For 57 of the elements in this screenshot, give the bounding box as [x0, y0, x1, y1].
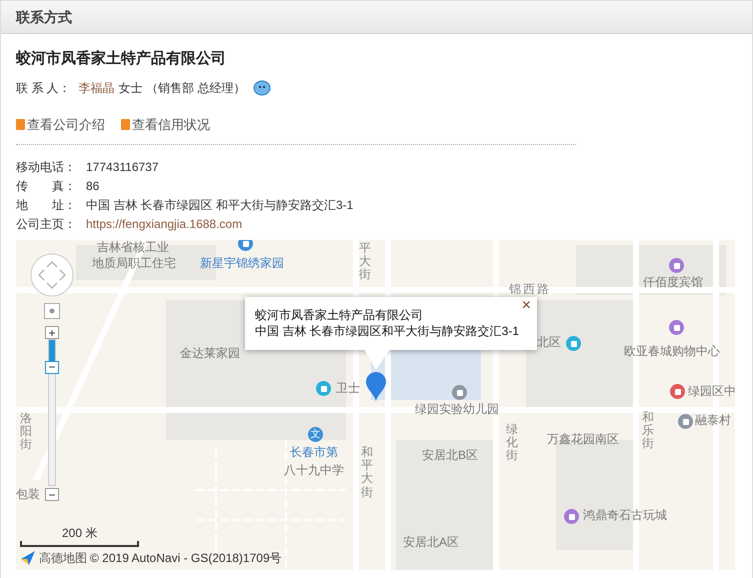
map-label: 和平大街 [361, 446, 373, 499]
info-title: 蛟河市凤香家土特产品有限公司 [255, 307, 424, 324]
zoom-slider[interactable]: − [48, 339, 56, 486]
map-label: 金达莱家园 [180, 346, 240, 360]
map-label: 平大街 [359, 242, 371, 282]
map-label: 卫士 [336, 381, 360, 396]
map-label: 长春市第 [290, 445, 338, 460]
pan-control-icon[interactable] [30, 253, 74, 297]
logo-icon [20, 550, 36, 566]
map-label: 北区 [537, 335, 561, 350]
info-address: 中国 吉林 长春市绿园区和平大街与静安路交汇3-1 [255, 323, 520, 340]
map-label: 绿园区中 [688, 384, 735, 398]
map-label: 地质局职工住宅 [92, 256, 176, 270]
contact-title: 女士 （销售部 总经理） [118, 80, 246, 96]
play-icon [16, 118, 25, 130]
panel-title: 联系方式 [1, 0, 752, 34]
map-marker-icon [366, 372, 386, 402]
company-name: 蛟河市凤香家土特产品有限公司 [16, 49, 227, 69]
logo-text: 高德地图 [39, 550, 87, 567]
company-link[interactable]: 查看公司介绍 [16, 114, 105, 134]
map-label: 八十九中学 [284, 463, 344, 478]
play-icon [121, 118, 130, 130]
company-link[interactable]: 查看信用状况 [121, 114, 210, 134]
map-label: 融泰村 [695, 413, 731, 428]
map-label: 鸿鼎奇石古玩城 [583, 508, 667, 522]
scale-label: 200 米 [62, 525, 98, 542]
map-label: 安居北A区 [403, 535, 460, 550]
contact-label: 联 系 人： [16, 80, 71, 96]
contact-name: 李福晶 [78, 80, 115, 96]
street-map-drawing[interactable] [16, 240, 735, 570]
detail-label: 公司主页： [16, 216, 77, 232]
map-label: 洛阳街 [20, 412, 32, 452]
map-label: 欧亚春城购物中心 [624, 344, 720, 358]
zoom-in-button[interactable]: + [45, 326, 59, 339]
detail-value: 中国 吉林 长春市绿园区 和平大街与静安路交汇3-1 [86, 196, 354, 214]
chat-bubble-icon[interactable] [253, 80, 272, 96]
zoom-slider-thumb[interactable]: − [45, 360, 59, 374]
map-attribution: © 2019 AutoNavi - GS(2018)1709号 [90, 550, 282, 567]
map-label: 仟佰度宾馆 [643, 275, 703, 290]
locate-icon[interactable] [44, 303, 60, 319]
map-label: 绿化街 [506, 423, 518, 463]
map-label: 和乐街 [642, 411, 654, 451]
map-label: 吉林省核工业 [97, 240, 169, 254]
map-label: 新星宇锦绣家园 [200, 256, 284, 270]
zoom-out-button[interactable]: − [45, 488, 59, 501]
map-label: 锦西路 [509, 282, 551, 296]
map-label: 安居北B区 [422, 448, 478, 462]
detail-label: 传 真： [16, 178, 77, 194]
homepage-link[interactable]: https://fengxiangjia.1688.com [86, 214, 242, 232]
detail-value: 86 [86, 178, 100, 194]
close-button[interactable]: × [522, 298, 531, 314]
map-label: 包装 [16, 487, 40, 502]
detail-value: 17743116737 [86, 158, 159, 176]
detail-label: 移动电话： [16, 158, 77, 176]
map-label: 绿园实验幼儿园 [415, 402, 499, 416]
detail-label: 地 址： [16, 196, 77, 214]
map-label: 万鑫花园南区 [547, 432, 619, 446]
